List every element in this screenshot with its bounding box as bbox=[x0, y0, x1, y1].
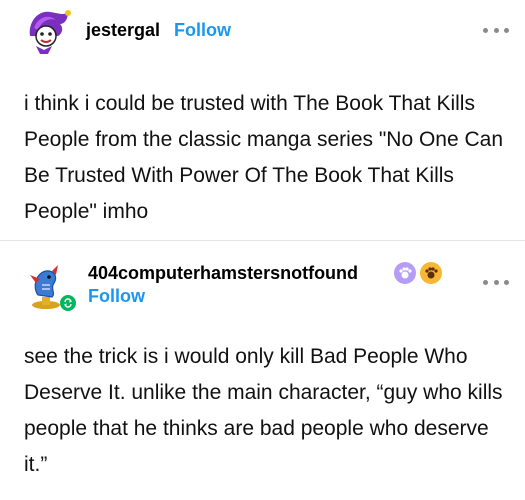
post-body: i think i could be trusted with The Book… bbox=[24, 92, 504, 223]
username[interactable]: 404computerhamstersnotfound bbox=[88, 263, 358, 284]
post-404computerhamstersnotfound: 404computerhamstersnotfound Follow see t… bbox=[0, 240, 525, 500]
orange-paw-badge-icon[interactable] bbox=[420, 262, 442, 284]
post-body: see the trick is i would only kill Bad P… bbox=[24, 345, 503, 476]
jester-avatar-icon[interactable] bbox=[24, 6, 72, 54]
post-jestergal: jestergal Follow i think i could be trus… bbox=[0, 0, 525, 240]
rainbow-paw-badge-icon[interactable] bbox=[394, 262, 416, 284]
follow-button[interactable]: Follow bbox=[174, 20, 231, 41]
more-options-icon[interactable] bbox=[483, 26, 509, 34]
username[interactable]: jestergal bbox=[86, 20, 160, 41]
reblog-sync-icon bbox=[60, 295, 76, 311]
follow-button[interactable]: Follow bbox=[88, 286, 145, 307]
more-options-icon[interactable] bbox=[483, 278, 509, 286]
